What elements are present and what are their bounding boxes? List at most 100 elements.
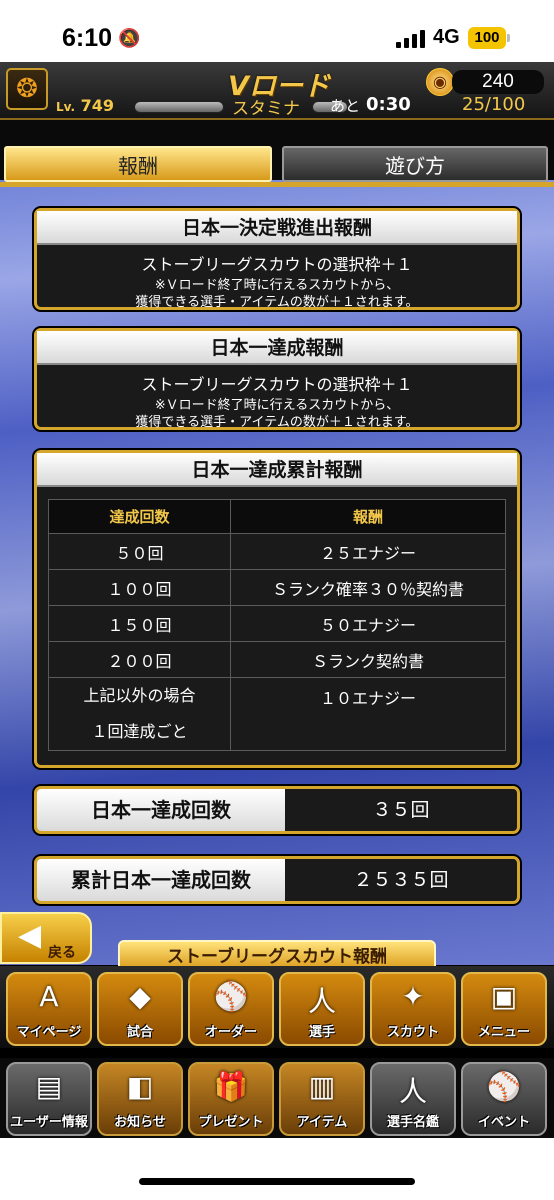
mypage-icon: A bbox=[39, 980, 59, 1013]
signal-icon bbox=[396, 30, 426, 48]
nav-label: オーダー bbox=[204, 1025, 257, 1040]
reward-description: ストーブリーグスカウトの選択枠＋１ bbox=[141, 255, 413, 274]
count-cell: １００回 bbox=[48, 569, 231, 606]
browser-bottom-area bbox=[0, 1138, 554, 1200]
nav-user-info-button[interactable]: ▤ ユーザー情報 bbox=[6, 1062, 92, 1136]
news-icon: ◧ bbox=[126, 1070, 154, 1103]
reward-note-1: ※Ｖロード終了時に行えるスカウトから、 bbox=[154, 278, 400, 293]
table-row: 上記以外の場合 １回達成ごと １０エナジー bbox=[48, 677, 506, 751]
table-row: ５０回 ２５エナジー bbox=[48, 533, 506, 570]
reward-cell: Ｓランク確率３０％契約書 bbox=[230, 569, 506, 606]
reward-note-2: 獲得できる選手・アイテムの数が＋１されます。 bbox=[135, 415, 419, 430]
nav-label: スカウト bbox=[386, 1025, 439, 1040]
count-cell: １５０回 bbox=[48, 605, 231, 642]
lineup-icon: ⚾ bbox=[213, 980, 249, 1013]
panel-japan-champion-reward: 日本一達成報酬 ストーブリーグスカウトの選択枠＋１ ※Ｖロード終了時に行えるスカ… bbox=[34, 328, 520, 430]
nav-mypage-button[interactable]: A マイページ bbox=[6, 972, 92, 1046]
baseball-icon: ⚾ bbox=[486, 1070, 522, 1103]
reward-table: 達成回数 報酬 ５０回 ２５エナジー １００回 Ｓランク確率３０％契約書 １５０… bbox=[48, 499, 506, 751]
panel-title: 日本一決定戦進出報酬 bbox=[37, 211, 517, 245]
reward-description: ストーブリーグスカウトの選択枠＋１ bbox=[141, 375, 413, 394]
champion-count-value: ３５回 bbox=[372, 799, 430, 821]
exp-bar bbox=[134, 101, 224, 113]
nav-label: プレゼント bbox=[198, 1115, 264, 1130]
panel-cumulative-reward: 日本一達成累計報酬 達成回数 報酬 ５０回 ２５エナジー １００回 Ｓランク確率… bbox=[34, 450, 520, 768]
team-logo-icon[interactable]: ❂ bbox=[6, 68, 48, 110]
nav-scout-button[interactable]: ✦ スカウト bbox=[370, 972, 456, 1046]
nav-item-button[interactable]: ▥ アイテム bbox=[279, 1062, 365, 1136]
nav-label: 試合 bbox=[126, 1025, 153, 1040]
nav-event-button[interactable]: ⚾ イベント bbox=[461, 1062, 547, 1136]
nav-label: 選手 bbox=[308, 1025, 335, 1040]
champion-count-row: 日本一達成回数 ３５回 bbox=[34, 786, 520, 834]
nav-present-button[interactable]: 🎁 プレゼント bbox=[188, 1062, 274, 1136]
network-type: 4G bbox=[433, 26, 460, 48]
reward-cell: Ｓランク契約書 bbox=[230, 641, 506, 678]
user-card-icon: ▤ bbox=[35, 1070, 63, 1103]
item-book-icon: ▥ bbox=[308, 1070, 336, 1103]
nav-news-button[interactable]: ◧ お知らせ bbox=[97, 1062, 183, 1136]
table-row: ２００回 Ｓランク契約書 bbox=[48, 641, 506, 678]
level-display: Lv. 749 bbox=[56, 96, 114, 115]
count-cell: 上記以外の場合 １回達成ごと bbox=[48, 677, 231, 751]
player-directory-icon: 人 bbox=[398, 1075, 427, 1108]
level-value: 749 bbox=[80, 96, 115, 115]
nav-label: マイページ bbox=[16, 1025, 82, 1040]
tab-underline bbox=[0, 182, 554, 187]
col-header-reward: 報酬 bbox=[230, 499, 506, 534]
back-label: 戻る bbox=[48, 945, 76, 961]
panel-title: 日本一達成累計報酬 bbox=[37, 453, 517, 487]
nav-label: 選手名鑑 bbox=[386, 1115, 439, 1130]
table-row: １５０回 ５０エナジー bbox=[48, 605, 506, 642]
scout-card-icon: ✦ bbox=[401, 980, 425, 1013]
panel-japan-series-entry-reward: 日本一決定戦進出報酬 ストーブリーグスカウトの選択枠＋１ ※Ｖロード終了時に行え… bbox=[34, 208, 520, 310]
reward-cell: ２５エナジー bbox=[230, 533, 506, 570]
sub-nav: ▤ ユーザー情報 ◧ お知らせ 🎁 プレゼント ▥ アイテム 人 選手名鑑 ⚾ … bbox=[0, 1058, 554, 1138]
count-cell: ５０回 bbox=[48, 533, 231, 570]
count-cell-line-1: 上記以外の場合 bbox=[83, 686, 196, 705]
stamina-timer: 0:30 bbox=[366, 94, 411, 115]
nav-game-button[interactable]: ◆ 試合 bbox=[97, 972, 183, 1046]
reward-cell: １０エナジー bbox=[230, 677, 506, 751]
nav-label: ユーザー情報 bbox=[10, 1115, 88, 1130]
reward-cell: ５０エナジー bbox=[230, 605, 506, 642]
count-cell-line-2: １回達成ごと bbox=[91, 722, 188, 741]
menu-icon: ▣ bbox=[490, 980, 518, 1013]
total-champion-count-value: ２５３５回 bbox=[353, 869, 449, 891]
tab-howto[interactable]: 遊び方 bbox=[282, 146, 548, 182]
coin-count: 240 bbox=[452, 70, 544, 94]
nav-player-directory-button[interactable]: 人 選手名鑑 bbox=[370, 1062, 456, 1136]
reward-note-1: ※Ｖロード終了時に行えるスカウトから、 bbox=[154, 398, 400, 413]
gift-icon: 🎁 bbox=[213, 1070, 249, 1103]
nav-label: メニュー bbox=[477, 1025, 530, 1040]
time-prefix: あと bbox=[330, 97, 361, 115]
field-icon: ◆ bbox=[129, 980, 151, 1013]
energy-coin-icon: ◉ bbox=[426, 68, 454, 96]
panel-title: 日本一達成報酬 bbox=[37, 331, 517, 365]
nav-menu-button[interactable]: ▣ メニュー bbox=[461, 972, 547, 1046]
nav-label: アイテム bbox=[296, 1115, 348, 1130]
reward-note-2: 獲得できる選手・アイテムの数が＋１されます。 bbox=[135, 295, 419, 310]
game-header: ❂ Vロード ◉ 240 Lv. 749 スタミナ あと 0:30 25/100 bbox=[0, 62, 554, 120]
muted-bell-icon: 🔕 bbox=[118, 28, 141, 49]
home-indicator[interactable] bbox=[139, 1178, 415, 1185]
stamina-value: 25/100 bbox=[462, 94, 526, 115]
total-champion-count-label: 累計日本一達成回数 bbox=[37, 859, 285, 901]
main-nav: A マイページ ◆ 試合 ⚾ オーダー 人 選手 ✦ スカウト ▣ メニュー bbox=[0, 966, 554, 1048]
back-button[interactable]: ◀ 戻る bbox=[0, 912, 92, 964]
total-champion-count-row: 累計日本一達成回数 ２５３５回 bbox=[34, 856, 520, 904]
stamina-label: スタミナ bbox=[232, 99, 300, 119]
clock: 6:10 bbox=[62, 24, 113, 52]
battery-icon: 100 bbox=[468, 27, 510, 49]
back-arrow-icon: ◀ bbox=[18, 918, 42, 953]
nav-players-button[interactable]: 人 選手 bbox=[279, 972, 365, 1046]
champion-count-label: 日本一達成回数 bbox=[37, 789, 285, 831]
table-row: １００回 Ｓランク確率３０％契約書 bbox=[48, 569, 506, 606]
level-prefix: Lv. bbox=[56, 100, 76, 114]
player-icon: 人 bbox=[307, 985, 336, 1018]
nav-label: お知らせ bbox=[114, 1115, 166, 1130]
nav-label: イベント bbox=[477, 1115, 530, 1130]
col-header-count: 達成回数 bbox=[48, 499, 231, 534]
nav-order-button[interactable]: ⚾ オーダー bbox=[188, 972, 274, 1046]
tab-reward[interactable]: 報酬 bbox=[4, 146, 272, 182]
